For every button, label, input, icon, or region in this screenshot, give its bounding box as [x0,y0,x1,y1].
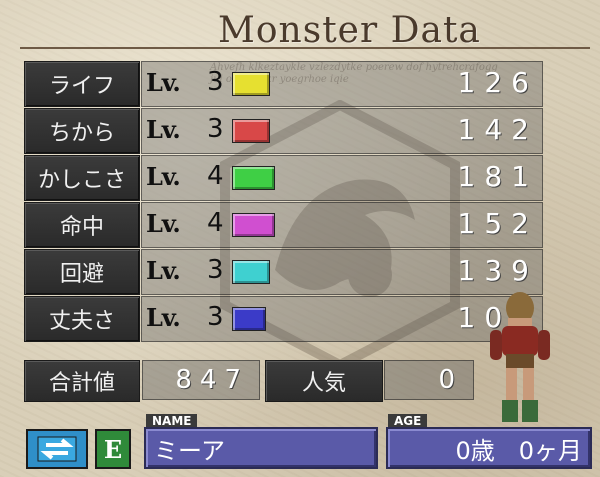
popularity-label: 人気 [265,360,383,402]
e-button[interactable]: E [95,429,131,469]
stat-row: かしこさ Lv. 4 181 [24,155,544,201]
stat-level: 4 [207,161,224,191]
stat-label: ライフ [24,61,140,107]
stat-level: 3 [207,67,224,97]
level-prefix: Lv. [146,256,181,285]
title-header: Monster Data [0,4,600,56]
monster-sprite [490,292,550,422]
stat-level-bar [232,166,275,190]
stat-label: かしこさ [24,155,140,201]
level-prefix: Lv. [146,303,181,332]
stat-label: 回避 [24,249,140,295]
total-value: 847 [142,360,260,400]
stat-label: 命中 [24,202,140,248]
name-field: ミーア [144,427,378,469]
stat-row: 回避 Lv. 3 139 [24,249,544,295]
total-label: 合計値 [24,360,140,402]
stat-row: 丈夫さ Lv. 3 107 [24,296,544,342]
stat-value: 126 [457,66,538,99]
stat-value: 139 [457,254,538,287]
level-prefix: Lv. [146,209,181,238]
stat-value: 152 [457,207,538,240]
stat-level-bar [232,119,270,143]
level-prefix: Lv. [146,162,181,191]
stat-level: 3 [207,114,224,144]
stat-value: 142 [457,113,538,146]
stat-level-bar [232,307,266,331]
stat-level: 3 [207,255,224,285]
stat-row: ライフ Lv. 3 126 [24,61,544,107]
stat-label: 丈夫さ [24,296,140,342]
stat-value: 181 [457,160,538,193]
page-title: Monster Data [218,10,481,51]
swap-arrows-icon [37,436,77,462]
stat-level-bar [232,213,275,237]
stat-level-bar [232,72,270,96]
swap-button[interactable] [26,429,88,469]
stat-row: ちから Lv. 3 142 [24,108,544,154]
popularity-value: 0 [384,360,474,400]
level-prefix: Lv. [146,115,181,144]
stat-label: ちから [24,108,140,154]
age-field: 0歳 0ヶ月 [386,427,592,469]
stat-row: 命中 Lv. 4 152 [24,202,544,248]
stat-level: 4 [207,208,224,238]
stat-level: 3 [207,302,224,332]
level-prefix: Lv. [146,68,181,97]
stat-level-bar [232,260,270,284]
